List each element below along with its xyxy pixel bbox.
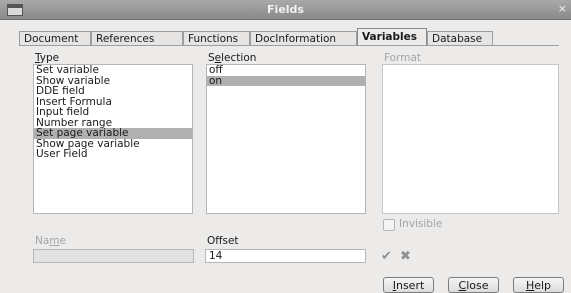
list-item[interactable]: off [207,65,365,76]
close-window-icon[interactable]: × [558,2,567,15]
checkmark-icon[interactable]: ✔ [381,249,392,264]
tab-panel-border [19,45,559,46]
title-bar: Fields × [0,0,571,20]
type-label: Type [35,52,60,64]
delete-x-icon[interactable]: ✖ [400,249,411,264]
format-list [382,64,559,214]
list-item-selected[interactable]: Set page variable [34,128,192,139]
tab-docinformation[interactable]: DocInformation [250,31,357,45]
list-item[interactable]: User Field [34,149,192,160]
offset-label: Offset [207,235,239,247]
offset-field[interactable]: 14 [205,249,366,263]
format-label: Format [384,52,422,64]
window-title: Fields [267,3,304,16]
list-item-selected[interactable]: on [207,75,365,86]
tab-variables[interactable]: Variables [357,28,427,46]
tab-database[interactable]: Database [427,31,493,45]
selection-list[interactable]: off on [206,64,366,214]
tab-functions[interactable]: Functions [183,31,250,45]
list-item[interactable]: Set variable [34,65,192,76]
name-field[interactable] [33,249,194,263]
list-item[interactable]: Input field [34,107,192,118]
selection-label: Selection [208,52,257,64]
name-label: Name [35,235,66,247]
tab-document[interactable]: Document [19,31,91,45]
tab-references[interactable]: References [91,31,183,45]
type-list[interactable]: Set variable Show variable DDE field Ins… [33,64,193,214]
list-item[interactable]: DDE field [34,86,192,97]
invisible-label: Invisible [399,218,443,230]
invisible-checkbox[interactable] [383,219,395,231]
